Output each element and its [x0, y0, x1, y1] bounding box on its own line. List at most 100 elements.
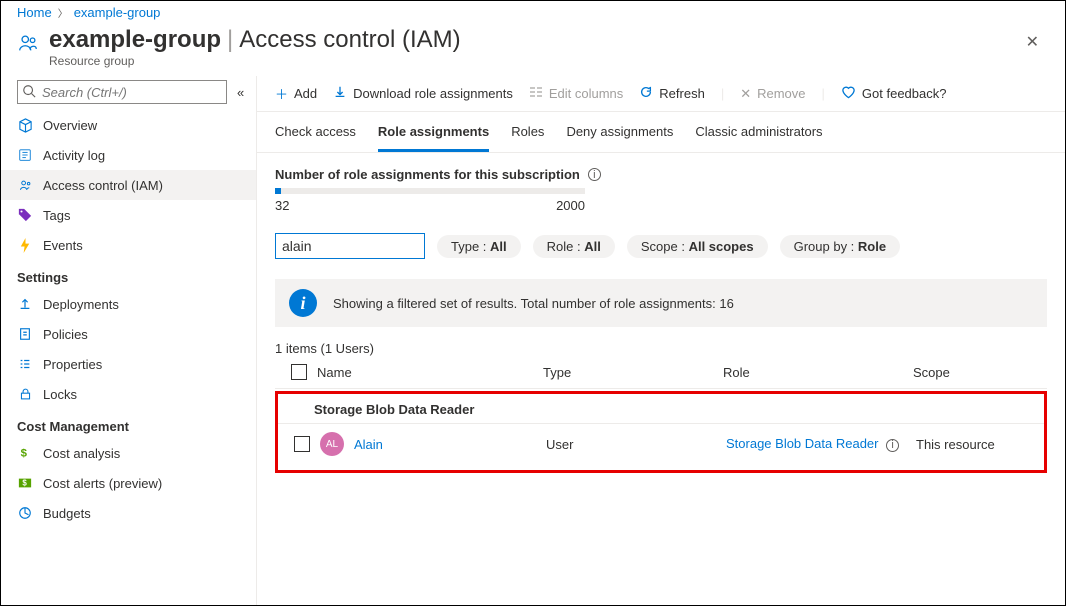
filter-type[interactable]: Type : All — [437, 235, 521, 258]
table-header: Name Type Role Scope — [275, 356, 1047, 389]
properties-icon — [17, 356, 33, 372]
main-panel: ＋ Add Download role assignments Edit col… — [257, 76, 1065, 606]
toolbar: ＋ Add Download role assignments Edit col… — [257, 76, 1065, 112]
remove-button[interactable]: ✕ Remove — [740, 86, 805, 102]
tab-role-assignments[interactable]: Role assignments — [378, 112, 489, 152]
col-scope[interactable]: Scope — [913, 365, 1041, 380]
avatar: AL — [320, 432, 344, 456]
cube-icon — [17, 117, 33, 133]
stats-max: 2000 — [556, 198, 585, 213]
sidebar-section-cost: Cost Management — [1, 409, 256, 438]
sidebar-label: Properties — [43, 357, 102, 372]
tab-roles[interactable]: Roles — [511, 112, 544, 152]
refresh-icon — [639, 85, 653, 102]
breadcrumb: Home 〉 example-group — [1, 1, 1065, 22]
upload-icon — [17, 296, 33, 312]
sidebar-item-policies[interactable]: Policies — [1, 319, 256, 349]
breadcrumb-item[interactable]: example-group — [74, 5, 161, 20]
refresh-button[interactable]: Refresh — [639, 85, 705, 102]
close-button[interactable]: ✕ — [1016, 26, 1049, 58]
select-all-checkbox[interactable] — [291, 364, 307, 380]
sidebar-label: Activity log — [43, 148, 105, 163]
items-count: 1 items (1 Users) — [275, 341, 1047, 356]
lock-icon — [17, 386, 33, 402]
breadcrumb-home[interactable]: Home — [17, 5, 52, 20]
sidebar-label: Locks — [43, 387, 77, 402]
svg-text:$: $ — [22, 479, 27, 488]
dollar-icon: $ — [17, 445, 33, 461]
filter-group-by[interactable]: Group by : Role — [780, 235, 900, 258]
col-type[interactable]: Type — [543, 365, 723, 380]
chevron-right-icon: 〉 — [58, 5, 68, 20]
add-button[interactable]: ＋ Add — [275, 84, 317, 103]
info-icon: i — [289, 289, 317, 317]
sidebar-item-iam[interactable]: Access control (IAM) — [1, 170, 256, 200]
page-title: example-group — [49, 26, 221, 54]
sidebar-label: Access control (IAM) — [43, 178, 163, 193]
table-row[interactable]: AL Alain User Storage Blob Data Reader i… — [278, 424, 1044, 464]
sidebar-item-budgets[interactable]: Budgets — [1, 498, 256, 528]
search-input[interactable] — [17, 80, 227, 104]
sidebar-item-deployments[interactable]: Deployments — [1, 289, 256, 319]
sidebar-label: Overview — [43, 118, 97, 133]
log-icon — [17, 147, 33, 163]
tab-deny-assignments[interactable]: Deny assignments — [566, 112, 673, 152]
info-icon[interactable]: i — [588, 168, 601, 181]
alert-dollar-icon: $ — [17, 475, 33, 491]
progress-bar — [275, 188, 585, 194]
sidebar-label: Cost analysis — [43, 446, 120, 461]
users-icon — [17, 32, 39, 57]
group-title: Storage Blob Data Reader — [278, 394, 1044, 424]
stats-current: 32 — [275, 198, 289, 213]
filter-role[interactable]: Role : All — [533, 235, 615, 258]
page-header: example-group | Access control (IAM) Res… — [1, 22, 1065, 76]
sidebar-item-overview[interactable]: Overview — [1, 110, 256, 140]
download-button[interactable]: Download role assignments — [333, 85, 513, 102]
row-type: User — [546, 437, 726, 452]
stats-label: Number of role assignments for this subs… — [275, 167, 580, 182]
filter-row: Type : All Role : All Scope : All scopes… — [275, 233, 1047, 259]
sidebar-item-events[interactable]: Events — [1, 230, 256, 260]
row-role-link[interactable]: Storage Blob Data Reader — [726, 436, 878, 451]
remove-icon: ✕ — [740, 86, 751, 102]
sidebar-item-cost-analysis[interactable]: $ Cost analysis — [1, 438, 256, 468]
result-group: Storage Blob Data Reader AL Alain User S… — [275, 391, 1047, 473]
sidebar-label: Budgets — [43, 506, 91, 521]
svg-text:$: $ — [21, 448, 28, 460]
user-name-link[interactable]: Alain — [354, 437, 383, 452]
col-name[interactable]: Name — [317, 365, 543, 380]
tabs: Check access Role assignments Roles Deny… — [257, 112, 1065, 153]
lightning-icon — [17, 237, 33, 253]
sidebar-item-cost-alerts[interactable]: $ Cost alerts (preview) — [1, 468, 256, 498]
filter-name-input[interactable] — [275, 233, 425, 259]
banner-text: Showing a filtered set of results. Total… — [333, 296, 734, 311]
feedback-button[interactable]: Got feedback? — [841, 85, 947, 102]
tag-icon — [17, 207, 33, 223]
sidebar-label: Cost alerts (preview) — [43, 476, 162, 491]
sidebar-label: Events — [43, 238, 83, 253]
sidebar-item-tags[interactable]: Tags — [1, 200, 256, 230]
sidebar-item-activity-log[interactable]: Activity log — [1, 140, 256, 170]
info-icon[interactable]: i — [886, 439, 899, 452]
edit-columns-button[interactable]: Edit columns — [529, 86, 623, 101]
policy-icon — [17, 326, 33, 342]
heart-icon — [841, 85, 856, 102]
filter-scope[interactable]: Scope : All scopes — [627, 235, 768, 258]
row-checkbox[interactable] — [294, 436, 310, 452]
search-icon — [22, 84, 36, 101]
download-icon — [333, 85, 347, 102]
tab-check-access[interactable]: Check access — [275, 112, 356, 152]
row-scope: This resource — [916, 437, 1038, 452]
users-icon — [17, 177, 33, 193]
page-subtitle: Access control (IAM) — [239, 26, 460, 54]
sidebar: « Overview Activity log Access control (… — [1, 76, 257, 606]
sidebar-section-settings: Settings — [1, 260, 256, 289]
columns-icon — [529, 86, 543, 101]
sidebar-item-properties[interactable]: Properties — [1, 349, 256, 379]
sidebar-item-locks[interactable]: Locks — [1, 379, 256, 409]
sidebar-label: Deployments — [43, 297, 119, 312]
collapse-sidebar-button[interactable]: « — [233, 81, 248, 104]
plus-icon: ＋ — [275, 84, 288, 103]
tab-classic-admins[interactable]: Classic administrators — [695, 112, 822, 152]
col-role[interactable]: Role — [723, 365, 913, 380]
